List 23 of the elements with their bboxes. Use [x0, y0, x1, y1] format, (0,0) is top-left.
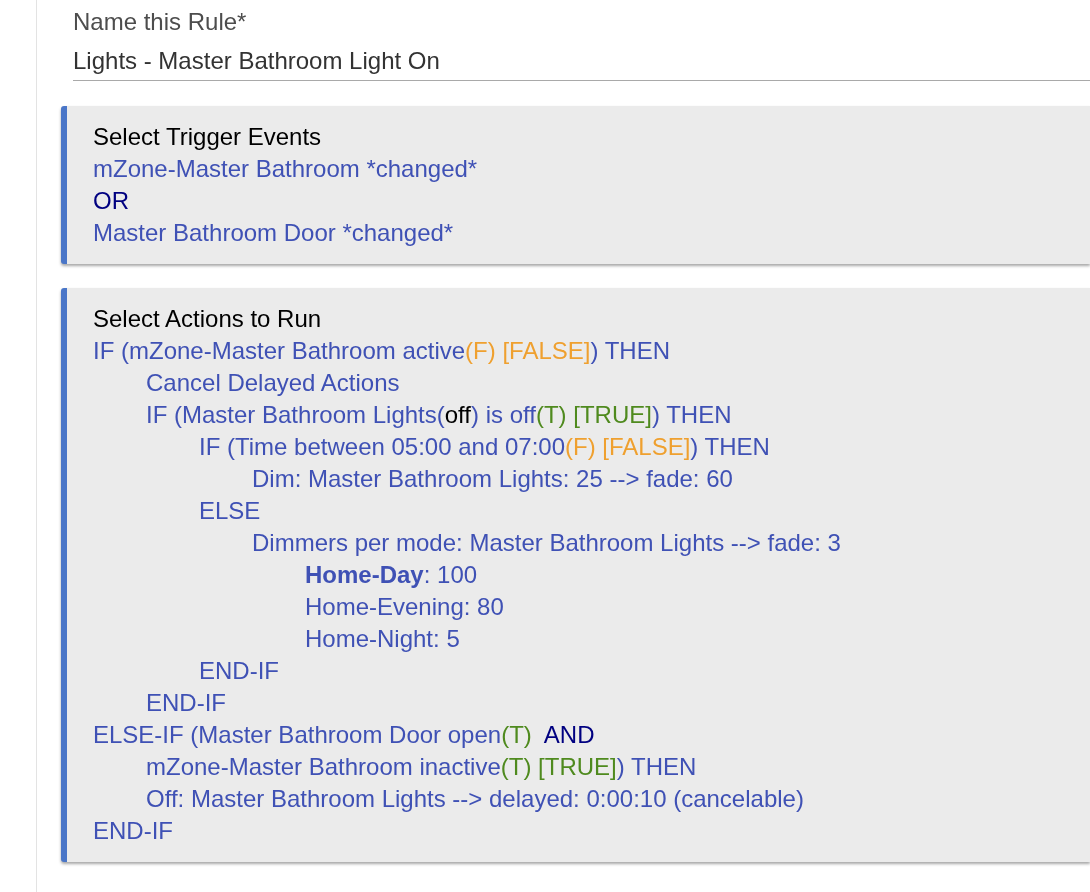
rule-line: ELSE — [199, 496, 261, 526]
rule-line: Home-Day: 100 — [305, 560, 478, 590]
section-title: Select Actions to Run — [93, 304, 322, 334]
rule-line: Dim: Master Bathroom Lights: 25 --> fade: 60 — [252, 464, 733, 494]
rule-line: Off: Master Bathroom Lights --> delayed: 0:00:10 (cancelable) — [146, 784, 804, 814]
rule-line: mZone-Master Bathroom inactive(T) [TRUE]) THEN — [146, 752, 697, 782]
rule-line: Master Bathroom Door *changed* — [93, 218, 454, 248]
rule-line: ELSE-IF (Master Bathroom Door open(T) AND — [93, 720, 595, 750]
field-label: Name this Rule* — [73, 7, 247, 37]
rule-line: Cancel Delayed Actions — [146, 368, 400, 398]
section-title: Select Trigger Events — [93, 122, 322, 152]
rule-line: IF (Time between 05:00 and 07:00(F) [FALSE]) THEN — [199, 432, 770, 462]
rule-line: END-IF — [146, 688, 226, 718]
rule-line: Home-Evening: 80 — [305, 592, 504, 622]
rule-line: OR — [93, 186, 129, 216]
rule-line: IF (mZone-Master Bathroom active(F) [FALSE]) THEN — [93, 336, 671, 366]
rule-line: END-IF — [199, 656, 279, 686]
rule-line: mZone-Master Bathroom *changed* — [93, 154, 478, 184]
rule-line: Home-Night: 5 — [305, 624, 460, 654]
rule-line: IF (Master Bathroom Lights(off) is off(T) [TRUE]) THEN — [146, 400, 732, 430]
rule-line: Dimmers per mode: Master Bathroom Lights --> fade: 3 — [252, 528, 841, 558]
rule-line: END-IF — [93, 816, 173, 846]
rule-name-field[interactable]: Lights - Master Bathroom Light On — [73, 38, 1090, 81]
